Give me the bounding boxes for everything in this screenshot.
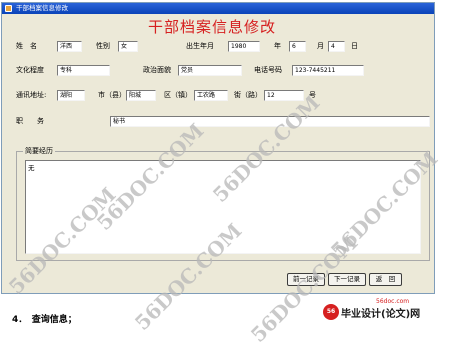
city-label: 市（县）	[98, 91, 126, 99]
address-province-field[interactable]: 湖阳	[57, 90, 85, 101]
position-field[interactable]: 秘书	[110, 116, 430, 127]
name-field[interactable]: 洋西	[57, 41, 82, 52]
gender-label: 性别	[96, 42, 110, 50]
position-label: 职 务	[16, 117, 44, 125]
birth-day-field[interactable]: 4	[328, 41, 345, 52]
address-label: 通讯地址:	[16, 91, 47, 99]
back-button[interactable]: 返 回	[369, 273, 402, 286]
address-district-field[interactable]: 工农路	[194, 90, 228, 101]
brand-name: 毕业设计(论文)网	[341, 309, 421, 320]
political-field[interactable]: 党员	[178, 65, 242, 76]
month-unit: 月	[317, 42, 324, 50]
name-label: 姓 名	[16, 42, 37, 50]
phone-label: 电话号码	[254, 66, 282, 74]
resume-label: 简要经历	[23, 147, 55, 156]
brand-logo: 56doc.com 56 毕业设计(论文)网	[323, 298, 449, 324]
birth-month-field[interactable]: 6	[289, 41, 306, 52]
district-label: 区（镇）	[164, 91, 192, 99]
doc-step-text: 4． 查询信息；	[12, 315, 77, 325]
gender-field[interactable]: 女	[118, 41, 138, 52]
window-title: 干部档案信息修改	[16, 4, 68, 12]
street-label: 街（路）	[234, 91, 262, 99]
app-icon	[5, 5, 12, 12]
education-field[interactable]: 专科	[57, 65, 110, 76]
political-label: 政治面貌	[143, 66, 171, 74]
birth-label: 出生年月	[186, 42, 214, 50]
brand-url: 56doc.com	[376, 298, 410, 305]
education-label: 文化程度	[16, 66, 44, 74]
birth-year-field[interactable]: 1980	[228, 41, 260, 52]
window-titlebar[interactable]: 干部档案信息修改	[2, 3, 434, 14]
year-unit: 年	[274, 42, 281, 50]
form-heading: 干部档案信息修改	[148, 18, 277, 36]
day-unit: 日	[351, 42, 358, 50]
address-city-field[interactable]: 阳城	[126, 90, 156, 101]
brand-mark-icon: 56	[323, 304, 339, 320]
phone-field[interactable]: 123-7445211	[292, 65, 364, 76]
